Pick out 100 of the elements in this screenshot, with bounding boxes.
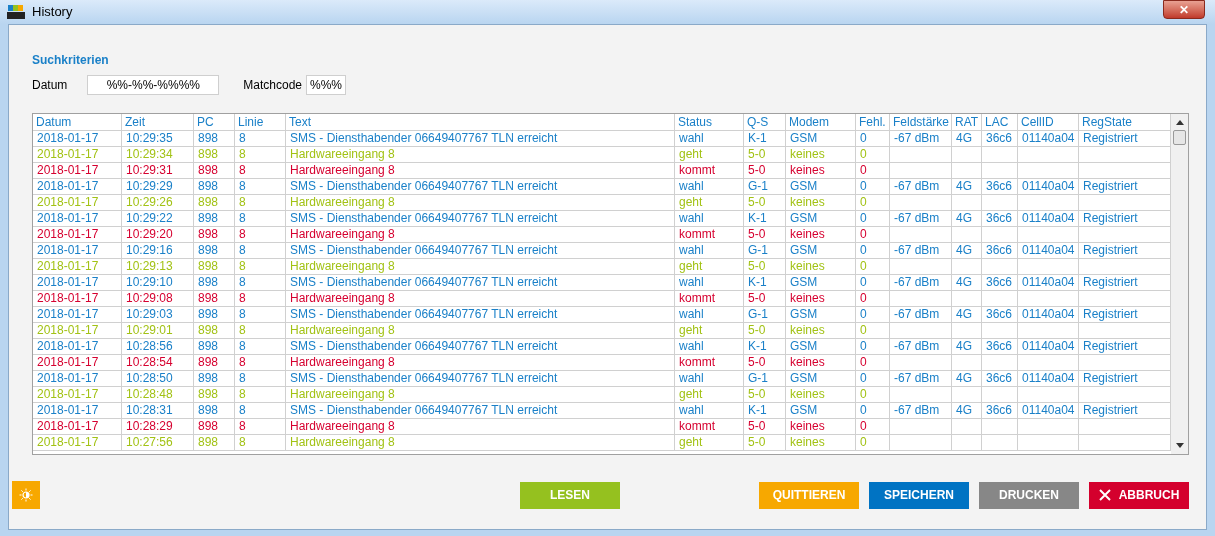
table-row[interactable]: 2018-01-17 10:29:20 898 8 Hardwareeingang 8 kommt 5-0 keines 0	[33, 227, 1171, 243]
table-cell: 8	[239, 291, 246, 305]
table-cell: 2018-01-17	[37, 323, 99, 337]
cancel-button[interactable]: ABBRUCH	[1089, 481, 1189, 509]
column-header[interactable]: Text	[286, 114, 675, 130]
column-header[interactable]: RAT	[952, 114, 982, 130]
close-button[interactable]: ✕	[1163, 0, 1205, 19]
table-cell: -67 dBm	[894, 211, 940, 225]
brightness-button[interactable]	[12, 481, 40, 509]
table-cell: 10:29:16	[126, 243, 173, 257]
column-header[interactable]: Linie	[235, 114, 286, 130]
table-row[interactable]: 2018-01-17 10:28:50 898 8 SMS - Diensthabender 06649407767 TLN erreicht wahl G-1 GSM 0 -67 dBm 4G 36c6 01140a04 Registriert	[33, 371, 1171, 387]
table-cell: Registriert	[1083, 275, 1138, 289]
table-cell: 36c6	[986, 131, 1013, 145]
table-cell: 8	[239, 131, 246, 145]
table-cell: 8	[239, 355, 246, 369]
save-button[interactable]: SPEICHERN	[869, 481, 969, 509]
table-cell: 5-0	[748, 195, 766, 209]
table-cell: 8	[239, 163, 246, 177]
scroll-thumb[interactable]	[1173, 130, 1186, 145]
table-cell: 8	[239, 323, 246, 337]
table-cell: 2018-01-17	[37, 435, 99, 449]
table-cell: wahl	[679, 243, 704, 257]
table-row[interactable]: 2018-01-17 10:29:08 898 8 Hardwareeingang 8 kommt 5-0 keines 0	[33, 291, 1171, 307]
table-cell: SMS - Diensthabender 06649407767 TLN erreicht	[290, 339, 558, 353]
table-cell: 2018-01-17	[37, 275, 99, 289]
table-cell: SMS - Diensthabender 06649407767 TLN erreicht	[290, 307, 558, 321]
table-cell: 0	[860, 227, 867, 241]
table-cell: 01140a04	[1022, 339, 1075, 353]
table-cell: 8	[239, 227, 246, 241]
column-header[interactable]: Feldstärke	[890, 114, 952, 130]
table-cell: wahl	[679, 307, 704, 321]
table-cell: 2018-01-17	[37, 211, 99, 225]
table-row[interactable]: 2018-01-17 10:29:31 898 8 Hardwareeingang 8 kommt 5-0 keines 0	[33, 163, 1171, 179]
table-cell: 898	[198, 419, 219, 433]
table-row[interactable]: 2018-01-17 10:29:29 898 8 SMS - Diensthabender 06649407767 TLN erreicht wahl G-1 GSM 0 -67 dBm 4G 36c6 01140a04 Registriert	[33, 179, 1171, 195]
column-header[interactable]: Status	[675, 114, 744, 130]
table-cell: SMS - Diensthabender 06649407767 TLN erreicht	[290, 403, 558, 417]
table-cell: K-1	[748, 403, 767, 417]
table-cell: 5-0	[748, 147, 766, 161]
column-header[interactable]: Datum	[33, 114, 122, 130]
table-row[interactable]: 2018-01-17 10:29:35 898 8 SMS - Diensthabender 06649407767 TLN erreicht wahl K-1 GSM 0 -67 dBm 4G 36c6 01140a04 Registriert	[33, 131, 1171, 147]
table-cell: wahl	[679, 275, 704, 289]
table-cell: 8	[239, 195, 246, 209]
print-button[interactable]: DRUCKEN	[979, 481, 1079, 509]
table-cell: 36c6	[986, 211, 1013, 225]
table-cell: GSM	[790, 339, 818, 353]
table-cell: 0	[860, 323, 867, 337]
table-cell: 898	[198, 211, 219, 225]
table-cell: keines	[790, 355, 825, 369]
table-cell: geht	[679, 323, 703, 337]
table-cell: G-1	[748, 307, 768, 321]
table-cell: 2018-01-17	[37, 163, 99, 177]
table-cell: 8	[239, 307, 246, 321]
column-header[interactable]: Q-S	[744, 114, 786, 130]
table-cell: 10:28:48	[126, 387, 173, 401]
table-cell: 898	[198, 435, 219, 449]
table-cell: 2018-01-17	[37, 227, 99, 241]
table-cell: 2018-01-17	[37, 371, 99, 385]
column-header[interactable]: PC	[194, 114, 235, 130]
table-row[interactable]: 2018-01-17 10:29:16 898 8 SMS - Diensthabender 06649407767 TLN erreicht wahl G-1 GSM 0 -67 dBm 4G 36c6 01140a04 Registriert	[33, 243, 1171, 259]
scrollbar[interactable]	[1171, 114, 1188, 454]
table-cell: 898	[198, 355, 219, 369]
table-cell: GSM	[790, 131, 818, 145]
table-cell: geht	[679, 387, 703, 401]
table-cell: 4G	[956, 403, 972, 417]
table-cell: 0	[860, 371, 867, 385]
column-header[interactable]: CellID	[1018, 114, 1079, 130]
column-header[interactable]: Fehl.	[856, 114, 890, 130]
table-row[interactable]: 2018-01-17 10:29:03 898 8 SMS - Diensthabender 06649407767 TLN erreicht wahl G-1 GSM 0 -67 dBm 4G 36c6 01140a04 Registriert	[33, 307, 1171, 323]
table-cell: 10:27:56	[126, 435, 173, 449]
table-cell: -67 dBm	[894, 403, 940, 417]
table-cell: 2018-01-17	[37, 355, 99, 369]
table-row[interactable]: 2018-01-17 10:28:54 898 8 Hardwareeingang 8 kommt 5-0 keines 0	[33, 355, 1171, 371]
table-row[interactable]: 2018-01-17 10:28:56 898 8 SMS - Diensthabender 06649407767 TLN erreicht wahl K-1 GSM 0 -67 dBm 4G 36c6 01140a04 Registriert	[33, 339, 1171, 355]
section-heading: Suchkriterien	[32, 52, 110, 69]
table-cell: 2018-01-17	[37, 195, 99, 209]
table-cell: 2018-01-17	[37, 339, 99, 353]
column-header[interactable]: LAC	[982, 114, 1018, 130]
input-field[interactable]: %%%	[306, 75, 347, 95]
table-cell: 5-0	[748, 163, 766, 177]
table-cell: SMS - Diensthabender 06649407767 TLN erreicht	[290, 371, 558, 385]
table-cell: 8	[239, 259, 246, 273]
table-cell: 2018-01-17	[37, 419, 99, 433]
table-cell: 8	[239, 339, 246, 353]
column-header[interactable]: Zeit	[122, 114, 194, 130]
table-cell: geht	[679, 195, 703, 209]
table-cell: 10:28:50	[126, 371, 173, 385]
table-cell: 898	[198, 323, 219, 337]
table-cell: 0	[860, 307, 867, 321]
table-cell: 0	[860, 339, 867, 353]
table-row[interactable]: 2018-01-17 10:28:31 898 8 SMS - Diensthabender 06649407767 TLN erreicht wahl K-1 GSM 0 -67 dBm 4G 36c6 01140a04 Registriert	[33, 403, 1171, 419]
table-cell: 8	[239, 179, 246, 193]
app-icon	[6, 4, 26, 20]
table-row[interactable]: 2018-01-17 10:29:22 898 8 SMS - Diensthabender 06649407767 TLN erreicht wahl K-1 GSM 0 -67 dBm 4G 36c6 01140a04 Registriert	[33, 211, 1171, 227]
table-row[interactable]: 2018-01-17 10:28:29 898 8 Hardwareeingang 8 kommt 5-0 keines 0	[33, 419, 1171, 435]
table-cell: 4G	[956, 243, 972, 257]
column-header[interactable]: Modem	[786, 114, 856, 130]
table-row[interactable]: 2018-01-17 10:29:10 898 8 SMS - Diensthabender 06649407767 TLN erreicht wahl K-1 GSM 0 -67 dBm 4G 36c6 01140a04 Registriert	[33, 275, 1171, 291]
input-field[interactable]: %%-%%-%%%%	[87, 75, 220, 95]
